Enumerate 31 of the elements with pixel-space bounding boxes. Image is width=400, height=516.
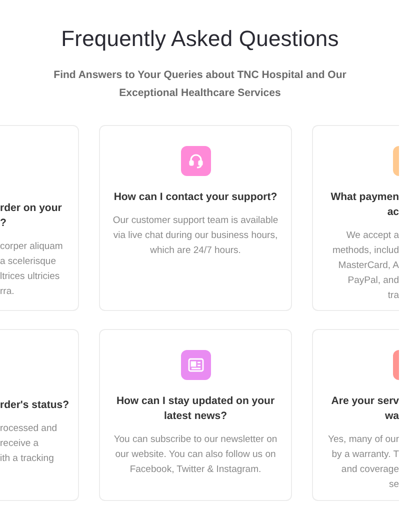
page-title: Frequently Asked Questions bbox=[61, 26, 339, 52]
card-text: Yes, many of our bbox=[328, 433, 399, 447]
card-title: Are your serv bbox=[331, 394, 399, 409]
card-text: and coverage bbox=[341, 463, 399, 477]
card-text: We accept a bbox=[346, 229, 399, 243]
card-title: ac bbox=[387, 205, 399, 220]
card-title: What paymen bbox=[330, 190, 399, 205]
card-title: rder on your bbox=[0, 201, 62, 216]
card-text: se bbox=[388, 478, 399, 492]
page-subtitle: Find Answers to Your Queries about TNC Hospital and Our Exceptional Healthcare Services bbox=[52, 68, 348, 101]
card-text: tra bbox=[388, 289, 399, 303]
headset-icon bbox=[188, 153, 204, 169]
card-text: methods, includ bbox=[332, 244, 399, 258]
card-text: rocessed and bbox=[0, 422, 58, 436]
card-text: ith a tracking bbox=[0, 452, 54, 466]
card-text: corper aliquam bbox=[0, 240, 63, 254]
card-text: by a warranty. T bbox=[332, 448, 399, 462]
card-text: rra. bbox=[0, 285, 14, 299]
card-text: You can subscribe to our newsletter on our website. You can also follow us on Facebook, Twitter & Instagram. bbox=[112, 433, 278, 477]
card-title: wa bbox=[384, 409, 399, 424]
card-title: rder's status? bbox=[0, 398, 70, 413]
card-text: a scelerisque bbox=[0, 255, 56, 269]
card-text: PayPal, and bbox=[348, 274, 399, 288]
card-title: ? bbox=[0, 216, 6, 231]
card-text: MasterCard, A bbox=[338, 259, 399, 273]
card-text: receive a bbox=[0, 437, 39, 451]
newspaper-icon bbox=[188, 358, 204, 372]
card-text: ltrices ultricies bbox=[0, 270, 60, 284]
card-text: Our customer support team is available via live chat during our business hours, which are 24/7 hours. bbox=[112, 214, 280, 258]
card-title: How can I contact your support? bbox=[114, 190, 278, 205]
card-title: How can I stay updated on your latest news? bbox=[115, 394, 276, 424]
